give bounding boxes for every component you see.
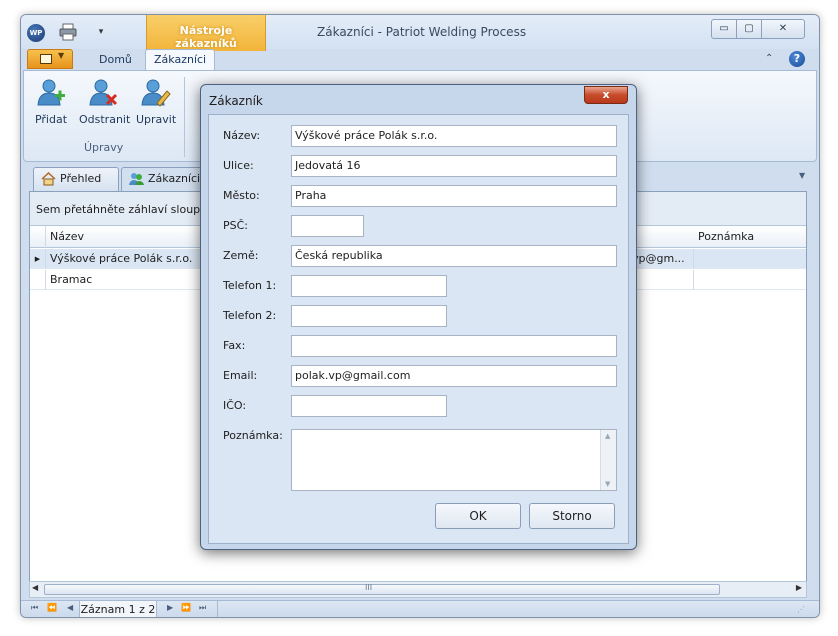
tab-list-dropdown-icon[interactable]: ▼ bbox=[799, 171, 805, 180]
add-customer-button[interactable]: Přidat bbox=[34, 77, 68, 137]
home-icon bbox=[41, 172, 56, 186]
cell-email[interactable] bbox=[628, 270, 694, 290]
cancel-button[interactable]: Storno bbox=[529, 503, 615, 529]
ok-button[interactable]: OK bbox=[435, 503, 521, 529]
city-field[interactable]: Praha bbox=[291, 185, 617, 207]
country-field[interactable]: Česká republika bbox=[291, 245, 617, 267]
note-label: Poznámka: bbox=[223, 429, 283, 442]
city-label: Město: bbox=[223, 189, 260, 202]
phone2-label: Telefon 2: bbox=[223, 309, 277, 322]
user-add-icon bbox=[37, 79, 65, 106]
email-label: Email: bbox=[223, 369, 258, 382]
context-tab-header: Nástroje zákazníků bbox=[146, 15, 266, 51]
name-label: Název: bbox=[223, 129, 261, 142]
previous-record-icon[interactable]: ◀ bbox=[67, 603, 73, 612]
street-label: Ulice: bbox=[223, 159, 254, 172]
user-edit-icon bbox=[141, 79, 171, 107]
name-field[interactable]: Výškové práce Polák s.r.o. bbox=[291, 125, 617, 147]
users-icon bbox=[129, 173, 144, 185]
tab-customers[interactable]: Zákazníci bbox=[145, 49, 216, 71]
ico-label: IČO: bbox=[223, 399, 247, 412]
resize-grip-icon[interactable]: ⋰ bbox=[797, 605, 805, 614]
ribbon-group-label: Úpravy bbox=[84, 141, 124, 154]
scrollbar-grip: III bbox=[365, 583, 373, 592]
ribbon-tab-strip: ▼ Domů Zákazníci ⌃ ? bbox=[21, 49, 819, 71]
email-field[interactable]: polak.vp@gmail.com bbox=[291, 365, 617, 387]
tab-home[interactable]: Domů bbox=[91, 51, 140, 71]
close-icon: ✕ bbox=[778, 23, 788, 34]
note-textarea[interactable]: ▲ ▼ bbox=[291, 429, 617, 491]
chevron-down-icon: ▼ bbox=[58, 51, 65, 60]
scroll-left-icon[interactable]: ◀ bbox=[32, 583, 38, 592]
add-customer-label: Přidat bbox=[34, 113, 68, 126]
edit-customer-button[interactable]: Upravit bbox=[136, 77, 177, 137]
ribbon-group-separator bbox=[184, 77, 185, 157]
row-indicator bbox=[30, 270, 46, 290]
edit-customer-label: Upravit bbox=[136, 113, 177, 126]
fax-label: Fax: bbox=[223, 339, 246, 352]
dialog-title: Zákazník bbox=[209, 94, 263, 108]
column-header-note[interactable]: Poznámka bbox=[694, 226, 808, 248]
phone2-field[interactable] bbox=[291, 305, 447, 327]
zip-label: PSČ: bbox=[223, 219, 249, 232]
cell-email[interactable]: vp@gm... bbox=[628, 249, 694, 269]
phone1-field[interactable] bbox=[291, 275, 447, 297]
fax-field[interactable] bbox=[291, 335, 617, 357]
ico-field[interactable] bbox=[291, 395, 447, 417]
scroll-down-icon[interactable]: ▼ bbox=[605, 480, 610, 488]
group-by-hint: Sem přetáhněte záhlaví sloupce bbox=[36, 203, 213, 216]
status-separator bbox=[217, 601, 218, 617]
minimize-icon: ▭ bbox=[719, 23, 729, 34]
next-record-icon[interactable]: ▶ bbox=[167, 603, 173, 612]
tab-overview-label: Přehled bbox=[60, 172, 102, 185]
last-record-icon[interactable]: ⏭ bbox=[199, 603, 206, 613]
remove-customer-label: Odstranit bbox=[79, 113, 131, 126]
tab-customers-label: Zákazníci bbox=[148, 172, 201, 185]
app-menu-icon bbox=[40, 54, 52, 64]
title-bar: WP ▾ Nástroje zákazníků Zákazníci - Patr… bbox=[21, 15, 819, 51]
user-remove-icon bbox=[89, 79, 118, 106]
dialog-form: Název: Výškové práce Polák s.r.o. Ulice:… bbox=[208, 114, 629, 544]
scroll-up-icon[interactable]: ▲ bbox=[605, 432, 610, 440]
country-label: Země: bbox=[223, 249, 259, 262]
scrollbar-thumb[interactable]: III bbox=[44, 583, 720, 595]
status-bar: ⏮ ⏪ ◀ Záznam 1 z 2 ▶ ⏩ ⏭ ⋰ bbox=[21, 600, 819, 617]
tab-overview[interactable]: Přehled bbox=[33, 167, 119, 191]
remove-customer-button[interactable]: Odstranit bbox=[79, 77, 131, 137]
zip-field[interactable] bbox=[291, 215, 364, 237]
phone1-label: Telefon 1: bbox=[223, 279, 277, 292]
quick-access-dropdown-icon[interactable]: ▾ bbox=[95, 23, 107, 41]
app-logo-icon[interactable]: WP bbox=[27, 24, 45, 42]
record-position: Záznam 1 z 2 bbox=[79, 601, 157, 617]
application-menu-button[interactable]: ▼ bbox=[27, 49, 73, 69]
previous-page-icon[interactable]: ⏪ bbox=[47, 603, 57, 612]
row-indicator-arrow-icon: ▶ bbox=[30, 249, 46, 269]
maximize-icon: ▢ bbox=[744, 23, 754, 34]
street-field[interactable]: Jedovatá 16 bbox=[291, 155, 617, 177]
tab-customers-document[interactable]: Zákazníci bbox=[121, 167, 211, 191]
textarea-scrollbar[interactable]: ▲ ▼ bbox=[600, 430, 616, 490]
next-page-icon[interactable]: ⏩ bbox=[181, 603, 191, 612]
close-button[interactable]: ✕ bbox=[761, 19, 805, 39]
cell-note[interactable] bbox=[694, 270, 808, 290]
window-title: Zákazníci - Patriot Welding Process bbox=[317, 25, 527, 39]
ribbon-collapse-icon[interactable]: ⌃ bbox=[765, 53, 773, 64]
row-indicator-header bbox=[30, 226, 46, 248]
horizontal-scrollbar[interactable]: ◀ III ▶ bbox=[29, 581, 807, 598]
customer-dialog: Zákazník x Název: Výškové práce Polák s.… bbox=[200, 84, 637, 550]
scroll-right-icon[interactable]: ▶ bbox=[796, 583, 802, 592]
dialog-close-button[interactable]: x bbox=[584, 86, 628, 104]
help-icon[interactable]: ? bbox=[789, 51, 805, 67]
minimize-button[interactable]: ▭ bbox=[711, 19, 737, 39]
maximize-button[interactable]: ▢ bbox=[736, 19, 762, 39]
print-icon[interactable] bbox=[59, 23, 77, 41]
cell-note[interactable] bbox=[694, 249, 808, 269]
first-record-icon[interactable]: ⏮ bbox=[31, 603, 38, 613]
